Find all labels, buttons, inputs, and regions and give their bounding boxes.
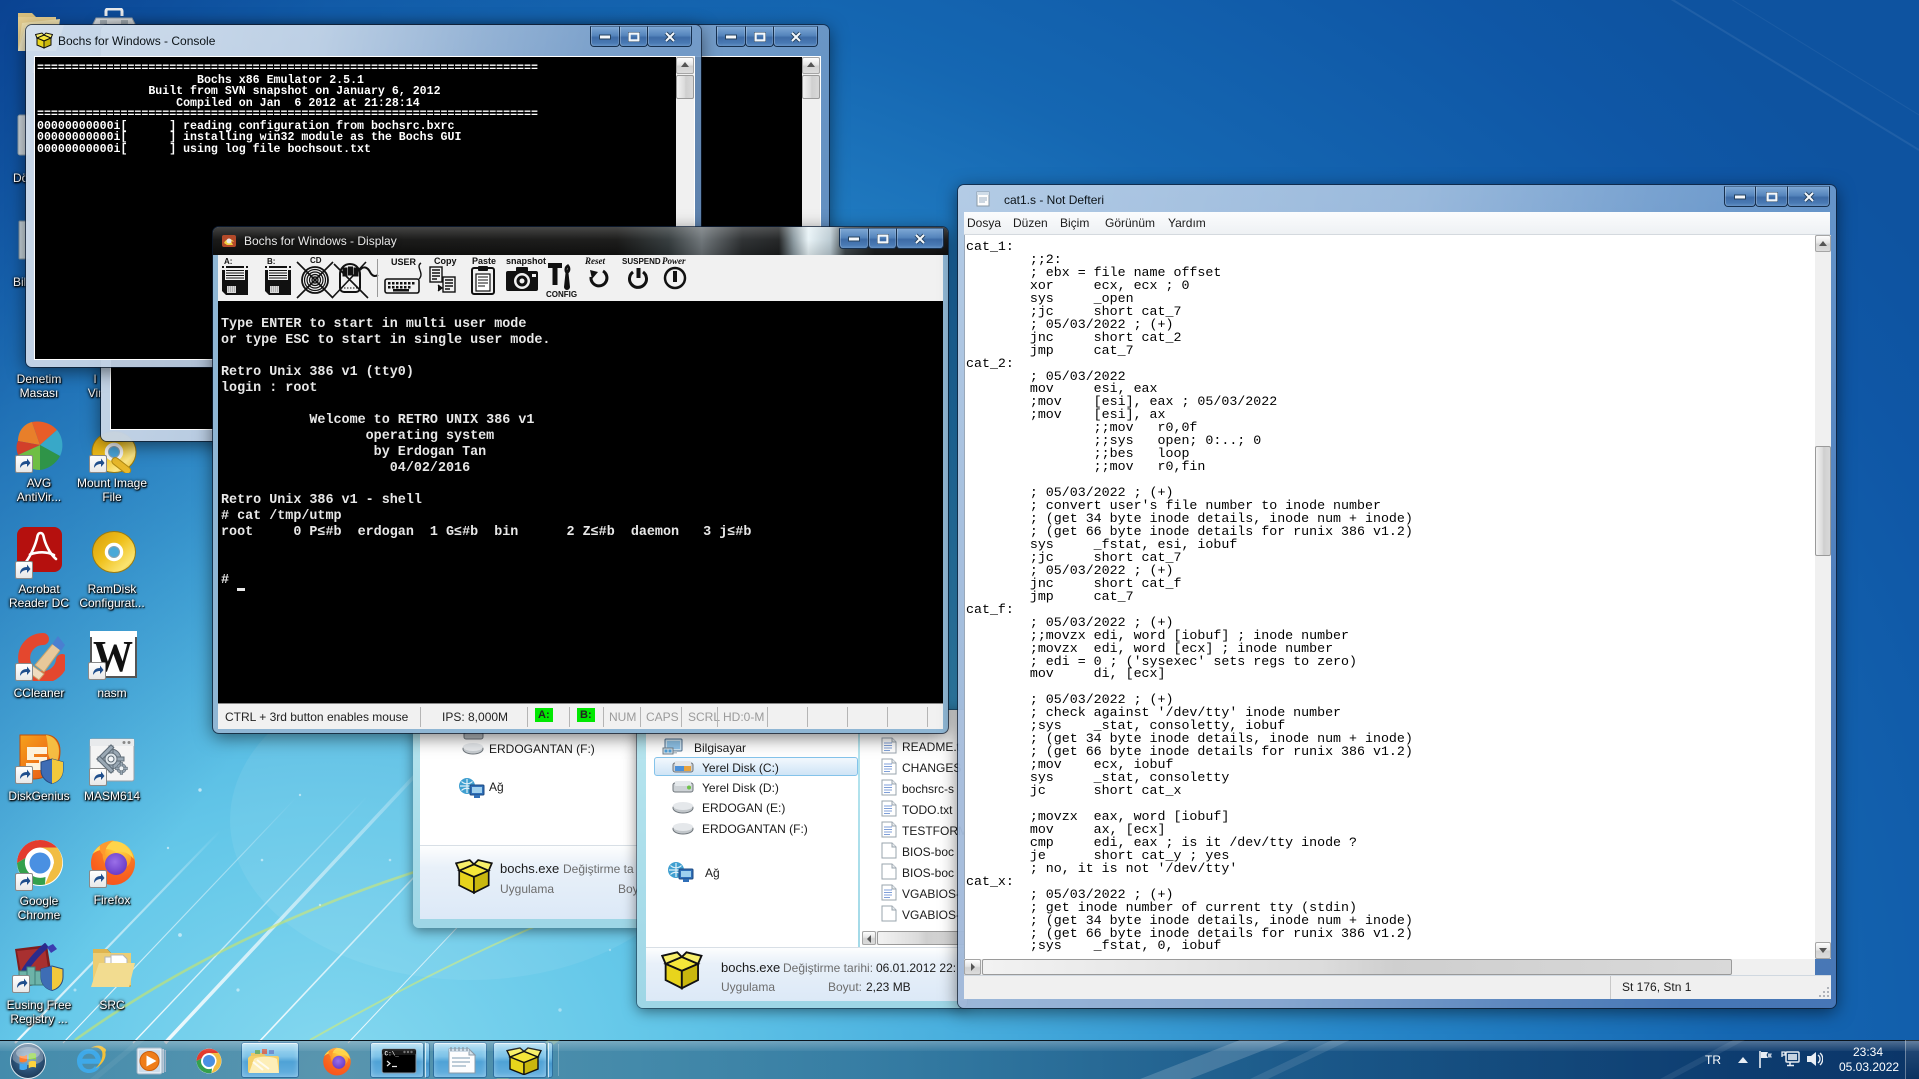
svg-text:C:\_: C:\_: [385, 1051, 400, 1058]
svg-text:Power: Power: [662, 256, 686, 266]
svg-text:B:: B:: [267, 257, 275, 266]
svg-text:Reset: Reset: [584, 256, 605, 266]
svg-text:CONFIG: CONFIG: [546, 290, 577, 299]
svg-text:snapshot: snapshot: [506, 256, 546, 266]
svg-text:CD: CD: [310, 256, 322, 265]
svg-text:SUSPEND: SUSPEND: [622, 257, 661, 266]
svg-text:USER: USER: [391, 257, 417, 267]
svg-text:A:: A:: [224, 257, 232, 266]
svg-text:Copy: Copy: [434, 256, 457, 266]
svg-text:Paste: Paste: [472, 256, 496, 266]
